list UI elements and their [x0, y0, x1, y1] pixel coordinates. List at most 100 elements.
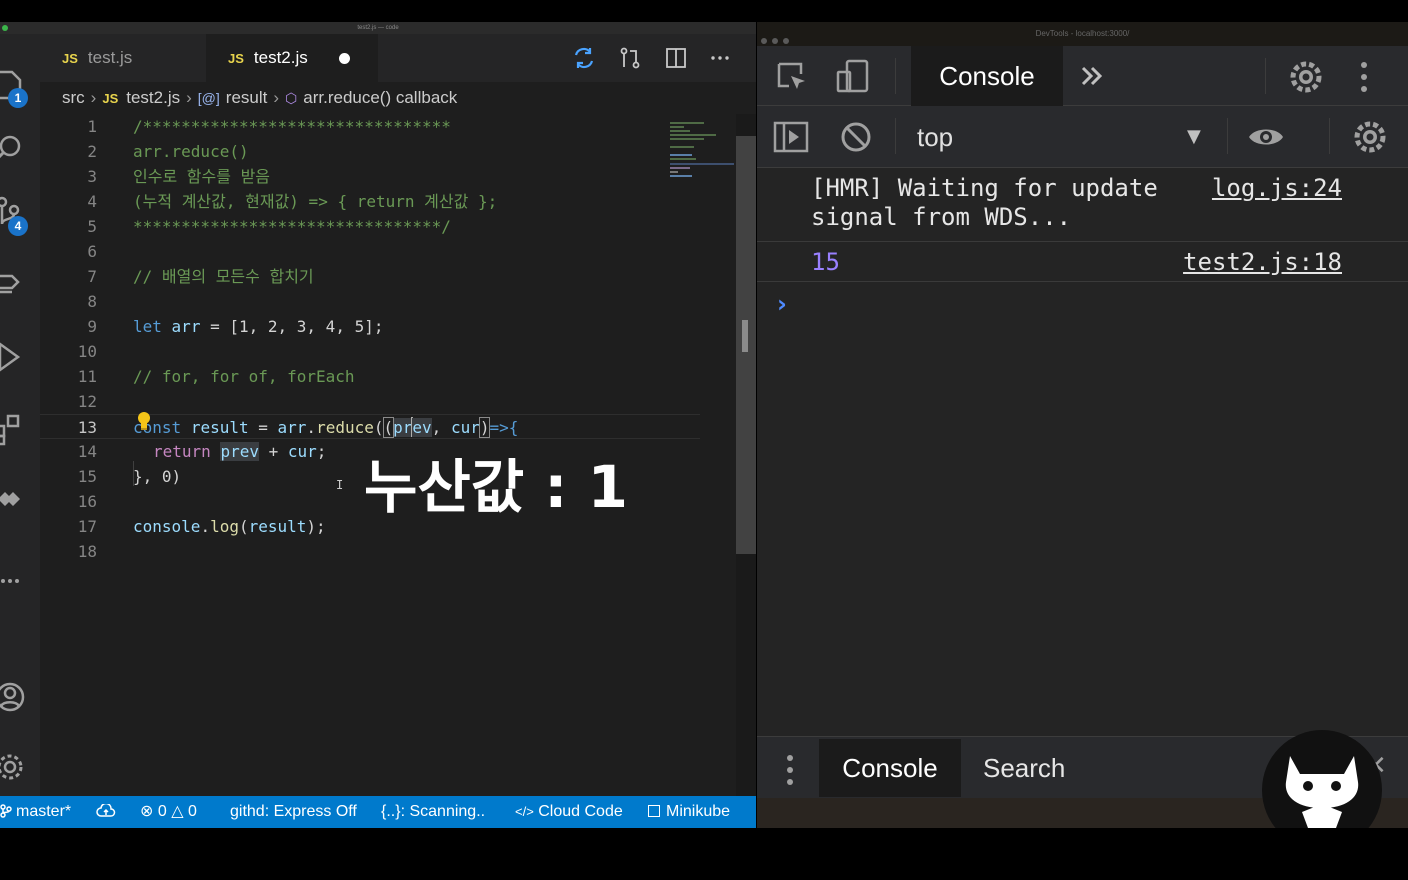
devtools-titlebar: DevTools - localhost:3000/: [757, 22, 1408, 46]
breadcrumb-file[interactable]: test2.js: [126, 88, 180, 107]
minimap-line: [670, 167, 690, 169]
split-editor-icon[interactable]: [664, 46, 688, 70]
identifier-highlight: ev: [412, 418, 432, 437]
console-message: [HMR] Waiting for update signal from WDS…: [757, 168, 1408, 242]
devtools-main-toolbar: Console: [757, 46, 1408, 106]
code-line: 11 // for, for of, forEach: [40, 364, 700, 389]
manage-activity[interactable]: [0, 744, 40, 788]
githd-status[interactable]: githd: Express Off: [230, 796, 357, 828]
code-line: 9 let arr = [1, 2, 3, 4, 5];: [40, 314, 700, 339]
code-line: 7 // 배열의 모든수 합치기: [40, 264, 700, 289]
minimap-line: [670, 163, 734, 165]
sync-status[interactable]: [96, 796, 116, 828]
problems-status[interactable]: ⊗ 0 △ 0: [140, 796, 197, 828]
window-close-dot[interactable]: [761, 38, 767, 44]
identifier: result: [190, 418, 249, 437]
execution-context-select[interactable]: top: [917, 106, 953, 168]
dropdown-arrow-icon[interactable]: ▼: [1187, 126, 1201, 147]
line-number: 3: [87, 167, 97, 186]
extensions-activity[interactable]: [0, 406, 40, 450]
code-text: // for, for of, forEach: [133, 367, 355, 386]
activity-bar: 1 4: [0, 34, 40, 798]
branch-status[interactable]: master*: [0, 796, 71, 828]
code-text: (누적 계산값, 현재값) => { return 계산값 };: [133, 192, 498, 211]
window-control-dot[interactable]: [2, 25, 8, 31]
code-text: ********************************/: [133, 217, 451, 236]
inspect-element-icon[interactable]: [775, 60, 809, 94]
clear-console-icon[interactable]: [839, 120, 873, 154]
toolbar-divider: [895, 118, 896, 154]
video-caption: 누산값 : 1: [364, 453, 629, 521]
breadcrumb-callback[interactable]: arr.reduce() callback: [303, 88, 457, 107]
show-sidebar-icon[interactable]: [773, 120, 809, 154]
breadcrumb-folder[interactable]: src: [62, 88, 85, 107]
minimap-line: [670, 154, 692, 156]
drawer-tab-console[interactable]: Console: [819, 739, 961, 797]
identifier: cur: [287, 442, 317, 461]
cloud-upload-icon: [96, 802, 116, 817]
status-bar: master* ⊗ 0 △ 0 githd: Express Off {..}:…: [0, 796, 756, 828]
line-number: 12: [77, 392, 97, 411]
console-message-value: 15: [811, 248, 840, 276]
more-tabs-chevron-icon[interactable]: [1079, 64, 1105, 88]
line-number: 10: [77, 342, 97, 361]
search-activity[interactable]: [0, 126, 40, 170]
editor-tab-bar: JS test.js JS test2.js: [40, 34, 756, 82]
minimap-line: [670, 158, 696, 160]
code-line: 3 인수로 함수를 받음: [40, 164, 700, 189]
code-fragment: .: [200, 517, 211, 536]
source-link[interactable]: log.js:24: [1212, 174, 1342, 203]
tab-test2-js[interactable]: JS test2.js: [206, 34, 378, 82]
live-expression-eye-icon[interactable]: [1247, 124, 1285, 150]
drawer-menu-icon[interactable]: [785, 753, 795, 787]
window-minimize-dot[interactable]: [772, 38, 778, 44]
code-text: console.log(result);: [133, 514, 326, 539]
breadcrumb-symbol[interactable]: result: [226, 88, 268, 107]
settings-gear-icon[interactable]: [1289, 60, 1323, 94]
console-prompt-caret-icon[interactable]: ›: [777, 290, 787, 318]
line-number: 14: [77, 442, 97, 461]
bracket-match: (: [382, 417, 395, 438]
tab-test-js[interactable]: JS test.js: [40, 34, 206, 82]
minikube-status[interactable]: Minikube: [648, 796, 730, 828]
remote-activity[interactable]: [0, 476, 40, 520]
scanning-status[interactable]: {..}: Scanning..: [381, 796, 485, 828]
accounts-activity[interactable]: [0, 674, 40, 718]
tab-label: test2.js: [253, 48, 308, 67]
cloud-code-status[interactable]: </> Cloud Code: [515, 796, 623, 828]
compare-changes-icon[interactable]: [618, 46, 642, 70]
keyword: return: [153, 442, 211, 461]
explorer-activity[interactable]: 1: [0, 62, 40, 108]
drawer-tab-search[interactable]: Search: [983, 739, 1065, 797]
console-settings-gear-icon[interactable]: [1353, 120, 1387, 154]
identifier: result: [248, 517, 307, 536]
git-graph-activity[interactable]: [0, 262, 40, 306]
code-brackets-icon: </>: [515, 804, 534, 819]
line-number: 11: [77, 367, 97, 386]
error-count: 0: [157, 803, 167, 820]
toolbar-divider: [1227, 118, 1228, 154]
toolbar-divider: [1329, 118, 1330, 154]
device-toolbar-icon[interactable]: [835, 58, 871, 94]
code-fragment: (: [238, 517, 249, 536]
lightbulb-icon[interactable]: [136, 411, 152, 431]
line-number: 17: [77, 517, 97, 536]
minimap[interactable]: [670, 122, 734, 182]
console-message: 15 test2.js:18: [757, 242, 1408, 282]
tab-console[interactable]: Console: [911, 46, 1063, 106]
code-line: 4 (누적 계산값, 현재값) => { return 계산값 };: [40, 189, 700, 214]
source-control-activity[interactable]: 4: [0, 190, 40, 236]
code-line: 1 /********************************: [40, 114, 700, 139]
mouse-ibeam-icon: I: [336, 478, 344, 492]
kebab-menu-icon[interactable]: [1359, 60, 1369, 94]
window-zoom-dot[interactable]: [783, 38, 789, 44]
unsaved-changes-dot[interactable]: [339, 53, 350, 64]
sync-changes-icon[interactable]: [572, 46, 596, 70]
devtools-window-title: DevTools - localhost:3000/: [1035, 29, 1130, 38]
source-link[interactable]: test2.js:18: [1183, 247, 1342, 277]
more-activity[interactable]: [0, 558, 40, 602]
more-actions-icon[interactable]: [708, 46, 732, 70]
git-branch-icon: [0, 804, 12, 818]
run-debug-activity[interactable]: [0, 334, 40, 378]
code-line: 18: [40, 539, 700, 564]
